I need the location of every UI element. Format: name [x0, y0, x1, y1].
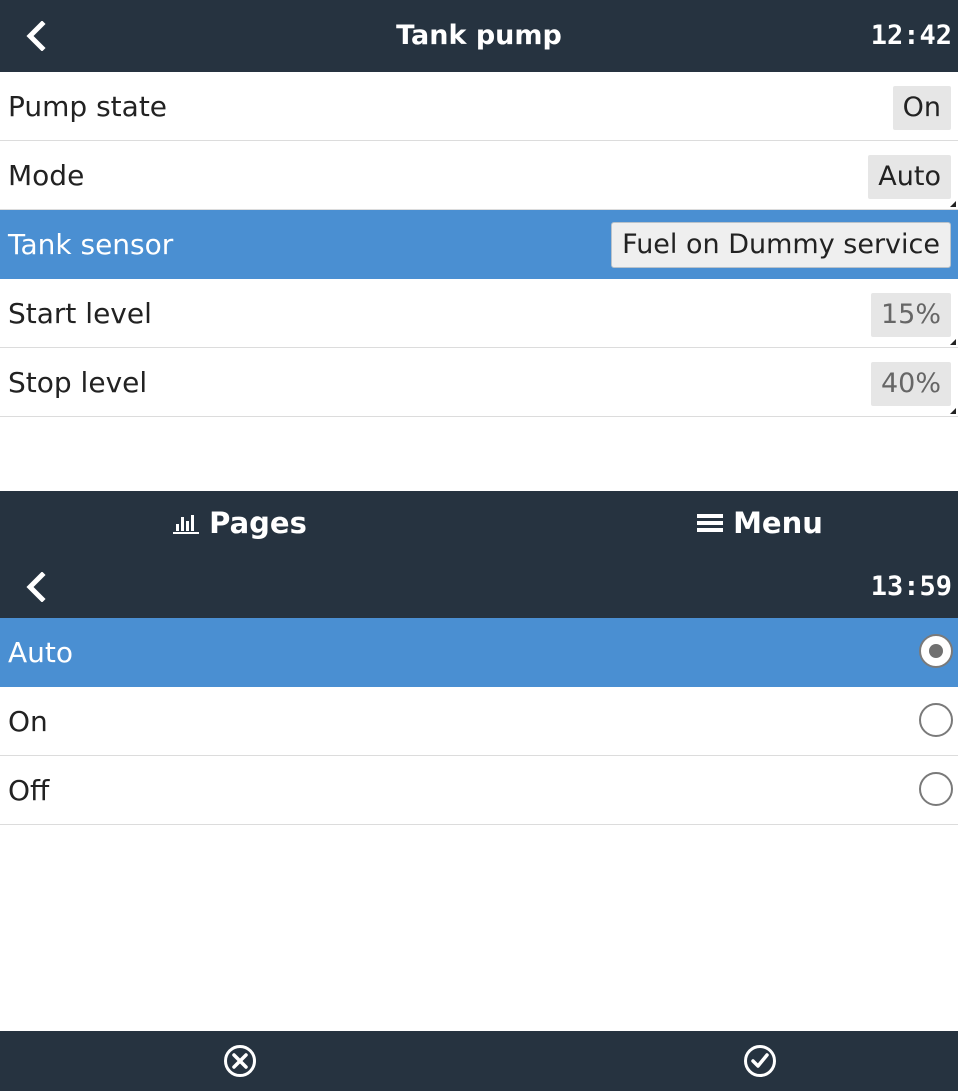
option-on[interactable]: On [0, 687, 958, 756]
tank-sensor-value: Fuel on Dummy service [611, 222, 951, 268]
option-label: Off [8, 774, 50, 807]
editable-corner-icon [950, 339, 956, 345]
menu-button[interactable]: Menu [620, 491, 900, 555]
confirm-button[interactable] [620, 1031, 900, 1091]
page-title: Tank pump [396, 20, 562, 51]
chevron-left-icon [26, 572, 46, 602]
top-bar: 13:59 [0, 555, 958, 618]
radio-unselected-icon[interactable] [919, 772, 953, 806]
radio-selected-icon[interactable] [919, 634, 953, 668]
bottom-bar [0, 1031, 958, 1091]
start-level-value: 15% [870, 293, 951, 337]
option-auto[interactable]: Auto [0, 618, 958, 687]
pages-label: Pages [209, 506, 307, 540]
mode-select-screen: 13:59 Auto On Off [0, 555, 958, 1091]
tank-sensor-row[interactable]: Tank sensor Fuel on Dummy service [0, 210, 958, 279]
circle-check-icon [744, 1045, 776, 1077]
radio-unselected-icon[interactable] [919, 703, 953, 737]
stop-level-row[interactable]: Stop level 40% [0, 348, 958, 417]
editable-corner-icon [950, 408, 956, 414]
stop-level-value: 40% [870, 362, 951, 406]
mode-value: Auto [868, 155, 951, 199]
row-label: Stop level [8, 366, 148, 399]
cancel-button[interactable] [100, 1031, 380, 1091]
clock: 13:59 [870, 571, 952, 602]
option-label: Auto [8, 636, 74, 669]
start-level-row[interactable]: Start level 15% [0, 279, 958, 348]
mode-row[interactable]: Mode Auto [0, 141, 958, 210]
row-label: Mode [8, 159, 85, 192]
menu-label: Menu [733, 506, 823, 540]
pump-state-row[interactable]: Pump state On [0, 72, 958, 141]
bottom-bar: Pages Menu [0, 491, 958, 555]
back-button[interactable] [18, 569, 54, 605]
pump-state-value: On [892, 86, 951, 130]
row-label: Start level [8, 297, 152, 330]
row-label: Tank sensor [8, 228, 174, 261]
clock: 12:42 [870, 20, 952, 51]
pages-button[interactable]: Pages [100, 491, 380, 555]
top-bar: Tank pump 12:42 [0, 0, 958, 72]
editable-corner-icon [950, 201, 956, 207]
hamburger-menu-icon [697, 514, 724, 532]
tank-pump-screen: Tank pump 12:42 Pump state On Mode Auto … [0, 0, 958, 555]
option-label: On [8, 705, 48, 738]
bar-chart-icon [173, 515, 200, 534]
circle-x-icon [224, 1045, 256, 1077]
row-label: Pump state [8, 90, 168, 123]
radio-dot [929, 644, 943, 658]
option-off[interactable]: Off [0, 756, 958, 825]
